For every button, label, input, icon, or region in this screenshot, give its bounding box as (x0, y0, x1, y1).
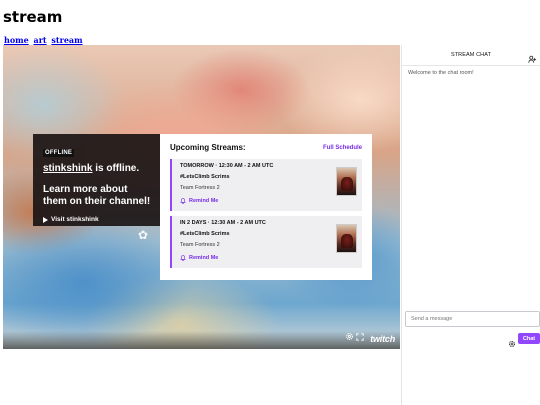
schedule-title: #LetsClimb Scrims (180, 174, 230, 180)
play-icon (43, 216, 48, 223)
remind-me-button[interactable]: Remind Me (180, 198, 354, 204)
offline-status-suffix: is offline. (92, 163, 140, 174)
page-title: stream (3, 8, 63, 26)
chat-header: STREAM CHAT (402, 45, 540, 66)
flower-decoration: ✿ (138, 228, 149, 242)
schedule-game: Team Fortress 2 (180, 242, 220, 248)
bell-icon (180, 255, 186, 261)
nav-link-art[interactable]: art (34, 35, 47, 45)
offline-promo-text: Learn more about them on their channel! (43, 184, 151, 207)
stream-player[interactable]: ✿ OFFLINE stinkshink is offline. Learn m… (3, 45, 400, 349)
users-icon[interactable] (528, 51, 537, 69)
offline-badge: OFFLINE (43, 149, 75, 157)
full-schedule-link[interactable]: Full Schedule (323, 145, 362, 151)
remind-me-label: Remind Me (189, 198, 219, 204)
game-boxart (336, 224, 357, 253)
remind-me-label: Remind Me (189, 255, 219, 261)
visit-channel-link[interactable]: Visit stinkshink (43, 216, 151, 223)
schedule-time: IN 2 DAYS · 12:30 AM - 2 AM UTC (180, 220, 266, 226)
fullscreen-icon[interactable] (356, 333, 364, 344)
offline-card: OFFLINE stinkshink is offline. Learn mor… (33, 134, 161, 226)
nav-link-stream[interactable]: stream (51, 35, 82, 45)
chat-welcome-message: Welcome to the chat room! (408, 70, 474, 76)
offline-status: stinkshink is offline. (43, 163, 151, 174)
chat-title: STREAM CHAT (450, 52, 492, 58)
bell-icon (180, 198, 186, 204)
schedule-game: Team Fortress 2 (180, 185, 220, 191)
nav-link-home[interactable]: home (4, 35, 29, 45)
schedule-item: IN 2 DAYS · 12:30 AM - 2 AM UTC #LetsCli… (170, 216, 362, 268)
chat-settings-gear-icon[interactable] (508, 335, 516, 353)
nav-links: home art stream (4, 35, 85, 45)
schedule-time: TOMORROW · 12:30 AM - 2 AM UTC (180, 163, 274, 169)
channel-link[interactable]: stinkshink (43, 163, 92, 174)
stream-chat: STREAM CHAT Welcome to the chat room! Ch… (401, 45, 540, 405)
schedule-item: TOMORROW · 12:30 AM - 2 AM UTC #LetsClim… (170, 159, 362, 211)
remind-me-button[interactable]: Remind Me (180, 255, 354, 261)
chat-send-button[interactable]: Chat (518, 333, 540, 344)
visit-channel-label: Visit stinkshink (51, 216, 99, 223)
upcoming-streams-panel: Upcoming Streams: Full Schedule TOMORROW… (160, 134, 372, 280)
gear-icon[interactable] (345, 332, 354, 344)
game-boxart (336, 167, 357, 196)
player-controls-bar (3, 331, 400, 349)
schedule-title: #LetsClimb Scrims (180, 231, 230, 237)
chat-message-input[interactable] (405, 311, 540, 327)
twitch-logo[interactable]: twitch (370, 334, 395, 344)
upcoming-streams-title: Upcoming Streams: (170, 143, 246, 152)
